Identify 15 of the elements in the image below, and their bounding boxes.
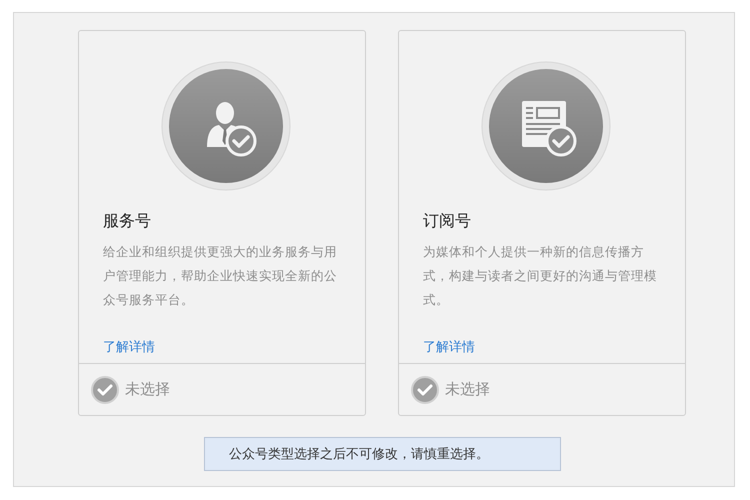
check-circle-icon xyxy=(411,376,439,404)
card-title: 服务号 xyxy=(103,211,152,232)
person-check-icon xyxy=(161,61,291,191)
selection-status: 未选择 xyxy=(125,380,170,399)
card-title: 订阅号 xyxy=(423,211,472,232)
document-check-icon xyxy=(481,61,611,191)
account-type-card[interactable]: 订阅号 为媒体和个人提供一种新的信息传播方式，构建与读者之间更好的沟通与管理模式。 了解详情 未选择 xyxy=(398,30,686,416)
account-type-card[interactable]: 服务号 给企业和组织提供更强大的业务服务与用户管理能力，帮助企业快速实现全新的公众号服务平台。 了解详情 未选择 xyxy=(78,30,366,416)
card-description: 为媒体和个人提供一种新的信息传播方式，构建与读者之间更好的沟通与管理模式。 xyxy=(423,243,658,309)
card-description: 给企业和组织提供更强大的业务服务与用户管理能力，帮助企业快速实现全新的公众号服务平台。 xyxy=(103,243,338,309)
learn-more-link[interactable]: 了解详情 xyxy=(423,338,475,356)
check-circle-icon xyxy=(91,376,119,404)
notice-message: 公众号类型选择之后不可修改，请慎重选择。 xyxy=(204,437,561,471)
selection-status: 未选择 xyxy=(445,380,490,399)
learn-more-link[interactable]: 了解详情 xyxy=(103,338,155,356)
